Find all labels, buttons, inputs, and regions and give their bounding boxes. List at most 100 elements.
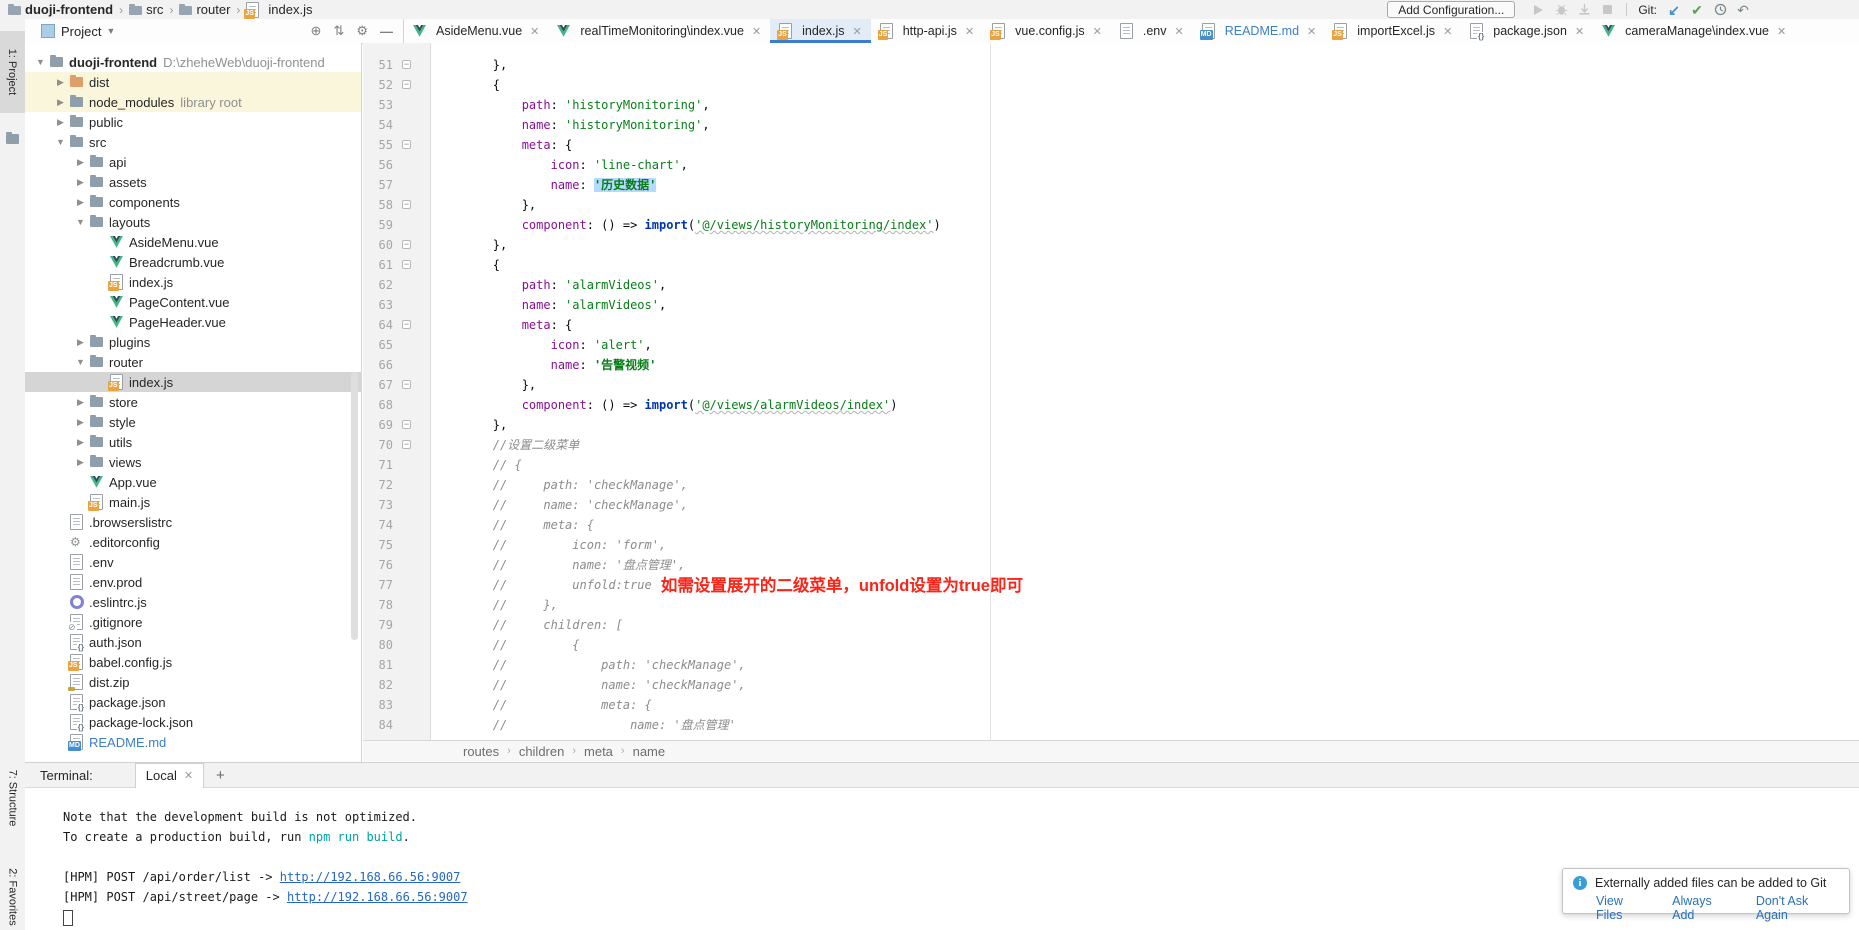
code-line[interactable]: 68 component: () => import('@/views/alar…	[363, 395, 1859, 415]
tree-row[interactable]: {}package-lock.json	[25, 712, 361, 732]
code-line[interactable]: 57 name: '历史数据'	[363, 175, 1859, 195]
code-line[interactable]: 69− },	[363, 415, 1859, 435]
chevron-down-icon[interactable]: ▼	[106, 26, 115, 36]
fold-marker-icon[interactable]: −	[402, 140, 411, 149]
fold-marker-icon[interactable]: −	[402, 380, 411, 389]
tree-row[interactable]: ▶style	[25, 412, 361, 432]
editor-tab[interactable]: cameraManage\index.vue✕	[1593, 19, 1795, 43]
code-line[interactable]: 67− },	[363, 375, 1859, 395]
tree-row[interactable]: ▶node_modules library root	[25, 92, 361, 112]
code-line[interactable]: 65 icon: 'alert',	[363, 335, 1859, 355]
code-line[interactable]: 77 // unfold:true 如需设置展开的二级菜单，unfold设置为t…	[363, 575, 1859, 595]
code-line[interactable]: 51− },	[363, 55, 1859, 75]
editor-tab[interactable]: JShttp-api.js✕	[871, 19, 983, 43]
code-line[interactable]: 52− {	[363, 75, 1859, 95]
chevron-right-icon[interactable]: ▶	[51, 77, 70, 88]
notification-action[interactable]: Don't Ask Again	[1756, 894, 1839, 922]
tree-row[interactable]: ▶api	[25, 152, 361, 172]
close-icon[interactable]: ✕	[965, 25, 974, 38]
stop-icon[interactable]	[1599, 2, 1615, 18]
chevron-right-icon[interactable]: ▶	[71, 417, 90, 428]
code-line[interactable]: 56 icon: 'line-chart',	[363, 155, 1859, 175]
editor-tab[interactable]: MDREADME.md✕	[1193, 19, 1326, 43]
code-line[interactable]: 78 // },	[363, 595, 1859, 615]
tree-row[interactable]: MDREADME.md	[25, 732, 361, 752]
code-line[interactable]: 76 // name: '盘点管理',	[363, 555, 1859, 575]
tree-row[interactable]: ▶utils	[25, 432, 361, 452]
editor-tab[interactable]: {}package.json✕	[1461, 19, 1593, 43]
code-line[interactable]: 79 // children: [	[363, 615, 1859, 635]
code-line[interactable]: 70− //设置二级菜单	[363, 435, 1859, 455]
breadcrumb-item[interactable]: JSindex.js	[246, 2, 312, 18]
fold-marker-icon[interactable]: −	[402, 200, 411, 209]
editor-breadcrumb-item[interactable]: children	[519, 744, 565, 759]
tree-row[interactable]: PageHeader.vue	[25, 312, 361, 332]
code-line[interactable]: 72 // path: 'checkManage',	[363, 475, 1859, 495]
run-with-profile-icon[interactable]	[1576, 2, 1592, 18]
tree-row[interactable]: JSmain.js	[25, 492, 361, 512]
chevron-right-icon[interactable]: ▶	[71, 437, 90, 448]
tree-row[interactable]: ⊘.gitignore	[25, 612, 361, 632]
terminal-link[interactable]: http://192.168.66.56:9007	[287, 890, 468, 904]
chevron-right-icon[interactable]: ▶	[71, 197, 90, 208]
terminal-tab-local[interactable]: Local✕	[135, 763, 204, 788]
notification-action[interactable]: View Files	[1596, 894, 1650, 922]
chevron-down-icon[interactable]: ▼	[51, 137, 70, 147]
tree-row[interactable]: .env	[25, 552, 361, 572]
code-line[interactable]: 81 // path: 'checkManage',	[363, 655, 1859, 675]
tree-row[interactable]: {}auth.json	[25, 632, 361, 652]
tree-row[interactable]: ▶views	[25, 452, 361, 472]
code-line[interactable]: 66 name: '告警视频'	[363, 355, 1859, 375]
fold-marker-icon[interactable]: −	[402, 260, 411, 269]
code-line[interactable]: 55− meta: {	[363, 135, 1859, 155]
breadcrumb-item[interactable]: router	[179, 2, 230, 17]
editor-tab[interactable]: JSindex.js✕	[770, 19, 871, 43]
chevron-right-icon[interactable]: ▶	[51, 97, 70, 108]
close-icon[interactable]: ✕	[1777, 25, 1786, 38]
git-history-icon[interactable]	[1712, 2, 1728, 18]
code-line[interactable]: 73 // name: 'checkManage',	[363, 495, 1859, 515]
close-icon[interactable]: ✕	[530, 25, 539, 38]
editor-breadcrumb-item[interactable]: name	[633, 744, 666, 759]
tree-row[interactable]: .eslintrc.js	[25, 592, 361, 612]
tree-row[interactable]: ▶assets	[25, 172, 361, 192]
chevron-right-icon[interactable]: ▶	[71, 337, 90, 348]
editor-tab[interactable]: JSvue.config.js✕	[983, 19, 1111, 43]
editor-breadcrumb-item[interactable]: routes	[463, 744, 499, 759]
close-icon[interactable]: ✕	[1307, 25, 1316, 38]
close-icon[interactable]: ✕	[853, 25, 862, 38]
fold-marker-icon[interactable]: −	[402, 320, 411, 329]
terminal-link[interactable]: http://192.168.66.56:9007	[280, 870, 461, 884]
stripe-button-favorites[interactable]: 2: Favorites	[0, 855, 25, 930]
notification-action[interactable]: Always Add	[1672, 894, 1734, 922]
debug-icon[interactable]	[1553, 2, 1569, 18]
tree-row[interactable]: PageContent.vue	[25, 292, 361, 312]
chevron-down-icon[interactable]: ▼	[71, 217, 90, 227]
chevron-right-icon[interactable]: ▶	[51, 117, 70, 128]
close-icon[interactable]: ✕	[1093, 25, 1102, 38]
code-line[interactable]: 71 // {	[363, 455, 1859, 475]
code-line[interactable]: 59 component: () => import('@/views/hist…	[363, 215, 1859, 235]
fold-marker-icon[interactable]: −	[402, 60, 411, 69]
code-line[interactable]: 75 // icon: 'form',	[363, 535, 1859, 555]
tree-row[interactable]: dist.zip	[25, 672, 361, 692]
close-icon[interactable]: ✕	[1443, 25, 1452, 38]
tree-row[interactable]: ⚙.editorconfig	[25, 532, 361, 552]
git-commit-icon[interactable]: ✔	[1689, 2, 1705, 18]
settings-gear-icon[interactable]: ⚙	[356, 23, 368, 39]
code-line[interactable]: 54 name: 'historyMonitoring',	[363, 115, 1859, 135]
tree-row[interactable]: ▶components	[25, 192, 361, 212]
tree-row[interactable]: .env.prod	[25, 572, 361, 592]
tree-row[interactable]: JSbabel.config.js	[25, 652, 361, 672]
chevron-down-icon[interactable]: ▼	[31, 57, 50, 67]
hide-panel-icon[interactable]: —	[380, 24, 393, 39]
code-line[interactable]: 53 path: 'historyMonitoring',	[363, 95, 1859, 115]
breadcrumb-item[interactable]: duoji-frontend	[8, 2, 113, 17]
tree-row[interactable]: .browserslistrc	[25, 512, 361, 532]
fold-marker-icon[interactable]: −	[402, 420, 411, 429]
code-line[interactable]: 74 // meta: {	[363, 515, 1859, 535]
editor-tab[interactable]: realTimeMonitoring\index.vue✕	[548, 19, 770, 43]
tree-row[interactable]: AsideMenu.vue	[25, 232, 361, 252]
fold-marker-icon[interactable]: −	[402, 440, 411, 449]
code-line[interactable]: 80 // {	[363, 635, 1859, 655]
